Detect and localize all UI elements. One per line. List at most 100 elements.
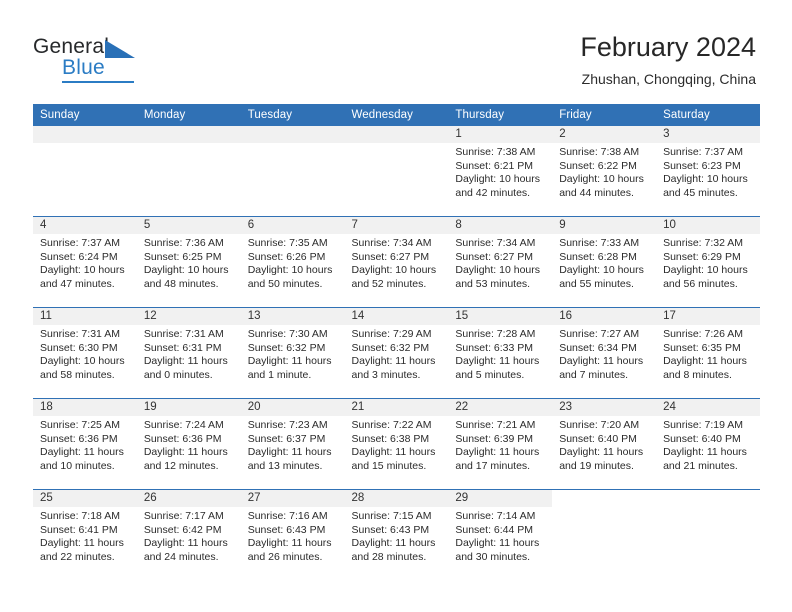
day-number: 17 — [656, 308, 760, 325]
sunrise-text: Sunrise: 7:36 AM — [143, 237, 224, 249]
calendar-day-cell[interactable]: 11 Sunrise: 7:31 AM Sunset: 6:30 PM Dayligh… — [33, 307, 137, 399]
calendar-day-cell[interactable]: 3 Sunrise: 7:37 AM Sunset: 6:23 PM Daylight… — [656, 126, 760, 217]
sunset-text: Sunset: 6:34 PM — [559, 341, 637, 354]
calendar-day-cell[interactable]: 16 Sunrise: 7:27 AM Sunset: 6:34 PM Dayligh… — [552, 307, 657, 399]
day-number: 21 — [344, 399, 449, 416]
general-blue-logo[interactable]: General Blue — [33, 36, 153, 84]
daylight-text-line1: Daylight: 10 hours — [663, 264, 748, 277]
daylight-text-line1: Daylight: 11 hours — [351, 446, 436, 459]
calendar-day-cell[interactable]: 12 Sunrise: 7:31 AM Sunset: 6:31 PM Dayligh… — [136, 307, 241, 399]
calendar-day-cell[interactable]: 26 Sunrise: 7:17 AM Sunset: 6:42 PM Dayligh… — [136, 489, 241, 580]
sunrise-text: Sunrise: 7:31 AM — [40, 328, 120, 340]
sunrise-text: Sunrise: 7:38 AM — [559, 146, 640, 158]
calendar-day-cell[interactable]: 18 Sunrise: 7:25 AM Sunset: 6:36 PM Dayligh… — [33, 398, 137, 490]
calendar-day-cell-empty — [240, 126, 345, 217]
day-number: 3 — [656, 126, 760, 143]
day-details: Sunrise: 7:35 AM Sunset: 6:26 PM Daylight:… — [241, 234, 345, 291]
day-cell-inner: 9 Sunrise: 7:33 AM Sunset: 6:28 PM Daylight… — [552, 217, 657, 307]
daylight-text-line2: and 50 minutes. — [247, 277, 323, 290]
calendar-day-cell[interactable]: 28 Sunrise: 7:15 AM Sunset: 6:43 PM Dayligh… — [344, 489, 449, 580]
sunset-text: Sunset: 6:40 PM — [559, 432, 637, 445]
calendar-grid: Sunday Monday Tuesday Wednesday Thursday… — [33, 104, 760, 580]
sunset-text: Sunset: 6:43 PM — [351, 523, 430, 536]
calendar-day-cell[interactable]: 25 Sunrise: 7:18 AM Sunset: 6:41 PM Dayligh… — [33, 489, 137, 580]
day-details: Sunrise: 7:15 AM Sunset: 6:43 PM Daylight:… — [345, 507, 449, 564]
sunrise-text: Sunrise: 7:24 AM — [143, 419, 224, 431]
sunrise-text: Sunrise: 7:38 AM — [455, 146, 536, 158]
calendar-day-cell[interactable]: 7 Sunrise: 7:34 AM Sunset: 6:27 PM Daylight… — [344, 216, 449, 308]
daylight-text-line2: and 19 minutes. — [559, 459, 634, 472]
calendar-day-cell[interactable]: 9 Sunrise: 7:33 AM Sunset: 6:28 PM Daylight… — [552, 216, 657, 308]
daylight-text-line2: and 15 minutes. — [351, 459, 427, 472]
day-cell-inner: 7 Sunrise: 7:34 AM Sunset: 6:27 PM Daylight… — [344, 217, 449, 307]
calendar-day-cell[interactable]: 29 Sunrise: 7:14 AM Sunset: 6:44 PM Dayligh… — [448, 489, 553, 580]
calendar-week-row: 11 Sunrise: 7:31 AM Sunset: 6:30 PM Dayligh… — [33, 307, 760, 399]
page-title: February 2024 — [580, 32, 756, 62]
calendar-day-cell[interactable]: 17 Sunrise: 7:26 AM Sunset: 6:35 PM Dayligh… — [656, 307, 760, 399]
calendar-day-cell[interactable]: 24 Sunrise: 7:19 AM Sunset: 6:40 PM Dayligh… — [656, 398, 760, 490]
day-cell-inner: 20 Sunrise: 7:23 AM Sunset: 6:37 PM Dayligh… — [240, 399, 345, 489]
calendar-day-cell[interactable]: 4 Sunrise: 7:37 AM Sunset: 6:24 PM Daylight… — [33, 216, 137, 308]
day-number: 7 — [344, 217, 449, 234]
sunset-text: Sunset: 6:29 PM — [663, 250, 741, 263]
day-details: Sunrise: 7:31 AM Sunset: 6:31 PM Daylight:… — [137, 325, 241, 382]
calendar-page: General Blue February 2024 Zhushan, Chon… — [0, 0, 792, 612]
sunrise-text: Sunrise: 7:16 AM — [247, 510, 328, 522]
day-details: Sunrise: 7:18 AM Sunset: 6:41 PM Daylight:… — [33, 507, 137, 564]
day-number: 6 — [240, 217, 345, 234]
sunrise-text: Sunrise: 7:19 AM — [663, 419, 744, 431]
sunrise-text: Sunrise: 7:31 AM — [143, 328, 224, 340]
day-cell-inner: 24 Sunrise: 7:19 AM Sunset: 6:40 PM Dayligh… — [656, 399, 760, 489]
sunset-text: Sunset: 6:27 PM — [455, 250, 534, 263]
sunset-text: Sunset: 6:35 PM — [663, 341, 741, 354]
day-number — [33, 126, 137, 143]
daylight-text-line2: and 47 minutes. — [40, 277, 115, 290]
calendar-day-cell-empty — [136, 126, 241, 217]
calendar-day-cell[interactable]: 14 Sunrise: 7:29 AM Sunset: 6:32 PM Dayligh… — [344, 307, 449, 399]
calendar-day-cell[interactable]: 6 Sunrise: 7:35 AM Sunset: 6:26 PM Daylight… — [240, 216, 345, 308]
daylight-text-line2: and 26 minutes. — [247, 550, 323, 563]
calendar-day-cell[interactable]: 15 Sunrise: 7:28 AM Sunset: 6:33 PM Dayligh… — [448, 307, 553, 399]
calendar-day-cell[interactable]: 19 Sunrise: 7:24 AM Sunset: 6:36 PM Dayligh… — [136, 398, 241, 490]
calendar-day-cell[interactable]: 22 Sunrise: 7:21 AM Sunset: 6:39 PM Dayligh… — [448, 398, 553, 490]
sunset-text: Sunset: 6:36 PM — [143, 432, 222, 445]
calendar-day-cell[interactable]: 13 Sunrise: 7:30 AM Sunset: 6:32 PM Dayligh… — [240, 307, 345, 399]
sunrise-text: Sunrise: 7:29 AM — [351, 328, 432, 340]
daylight-text-line1: Daylight: 11 hours — [455, 355, 540, 368]
day-cell-inner — [344, 126, 449, 216]
day-details: Sunrise: 7:36 AM Sunset: 6:25 PM Daylight:… — [137, 234, 241, 291]
day-details: Sunrise: 7:19 AM Sunset: 6:40 PM Daylight:… — [656, 416, 760, 473]
daylight-text-line1: Daylight: 10 hours — [559, 173, 644, 186]
day-number: 27 — [240, 490, 345, 507]
day-number: 26 — [136, 490, 241, 507]
calendar-day-cell[interactable]: 1 Sunrise: 7:38 AM Sunset: 6:21 PM Daylight… — [448, 126, 553, 217]
day-details: Sunrise: 7:14 AM Sunset: 6:44 PM Daylight:… — [448, 507, 552, 564]
day-number: 24 — [656, 399, 760, 416]
calendar-day-cell[interactable]: 21 Sunrise: 7:22 AM Sunset: 6:38 PM Dayligh… — [344, 398, 449, 490]
sunset-text: Sunset: 6:36 PM — [40, 432, 118, 445]
sunrise-text: Sunrise: 7:21 AM — [455, 419, 536, 431]
sunrise-text: Sunrise: 7:14 AM — [455, 510, 536, 522]
calendar-body: 1 Sunrise: 7:38 AM Sunset: 6:21 PM Daylight… — [33, 126, 760, 580]
daylight-text-line1: Daylight: 11 hours — [40, 446, 124, 459]
calendar-day-cell[interactable]: 5 Sunrise: 7:36 AM Sunset: 6:25 PM Daylight… — [136, 216, 241, 308]
daylight-text-line1: Daylight: 10 hours — [351, 264, 437, 277]
calendar-day-cell[interactable]: 23 Sunrise: 7:20 AM Sunset: 6:40 PM Dayligh… — [552, 398, 657, 490]
daylight-text-line2: and 0 minutes. — [143, 368, 213, 381]
calendar-day-cell[interactable]: 27 Sunrise: 7:16 AM Sunset: 6:43 PM Dayligh… — [240, 489, 345, 580]
sunrise-text: Sunrise: 7:34 AM — [455, 237, 536, 249]
day-details: Sunrise: 7:28 AM Sunset: 6:33 PM Daylight:… — [448, 325, 552, 382]
daylight-text-line2: and 12 minutes. — [143, 459, 219, 472]
calendar-day-cell[interactable]: 2 Sunrise: 7:38 AM Sunset: 6:22 PM Daylight… — [552, 126, 657, 217]
sunset-text: Sunset: 6:26 PM — [247, 250, 326, 263]
calendar-day-cell[interactable]: 20 Sunrise: 7:23 AM Sunset: 6:37 PM Dayligh… — [240, 398, 345, 490]
daylight-text-line2: and 28 minutes. — [351, 550, 427, 563]
daylight-text-line1: Daylight: 11 hours — [247, 446, 332, 459]
calendar-day-cell[interactable]: 8 Sunrise: 7:34 AM Sunset: 6:27 PM Daylight… — [448, 216, 553, 308]
day-number: 5 — [136, 217, 241, 234]
day-cell-inner: 4 Sunrise: 7:37 AM Sunset: 6:24 PM Daylight… — [33, 217, 137, 307]
calendar-day-cell[interactable]: 10 Sunrise: 7:32 AM Sunset: 6:29 PM Dayligh… — [656, 216, 760, 308]
day-details: Sunrise: 7:16 AM Sunset: 6:43 PM Daylight:… — [241, 507, 345, 564]
sunset-text: Sunset: 6:31 PM — [143, 341, 222, 354]
calendar-day-cell-empty — [33, 126, 137, 217]
